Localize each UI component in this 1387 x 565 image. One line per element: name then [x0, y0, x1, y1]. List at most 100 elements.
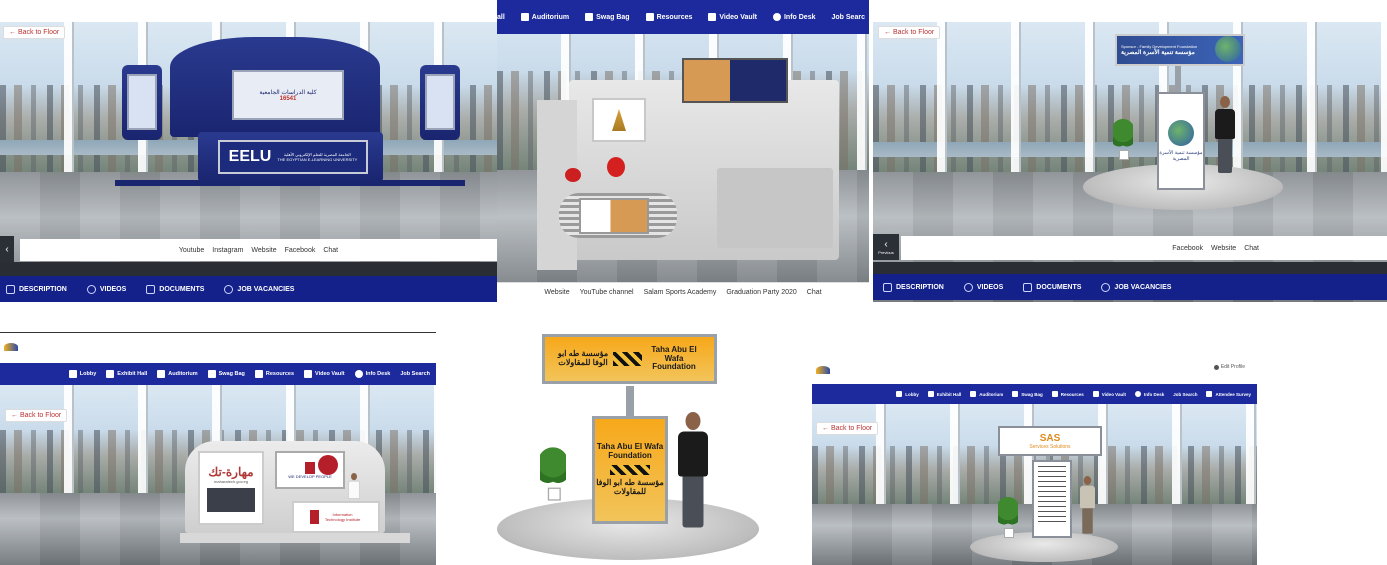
nav-label: Job Search	[1173, 391, 1198, 397]
edit-icon	[1206, 391, 1213, 397]
roll-up-banner: مؤسسة تنمية الأسرة المصرية	[1157, 92, 1205, 190]
nav-label: Auditorium	[531, 13, 570, 21]
tab-description[interactable]: DESCRIPTION	[883, 282, 944, 292]
nav-item-resources[interactable]: Resources	[645, 13, 692, 21]
nav-label: Job Search	[400, 371, 430, 377]
iti-logo-icon	[305, 461, 315, 474]
tab-label: DESCRIPTION	[19, 285, 67, 293]
bag-icon	[1012, 391, 1019, 397]
nav-item-job-search[interactable]: Job Searc	[832, 14, 865, 21]
nav-label: Resources	[265, 371, 295, 377]
nav-item-lobby[interactable]: Lobby	[896, 391, 919, 397]
booth-links-bar: Website YouTube channel Salam Sports Aca…	[497, 282, 869, 302]
nav-item-exhibit-hall[interactable]: Exhibit Hall	[106, 370, 147, 378]
tab-documents[interactable]: DOCUMENTS	[1023, 282, 1081, 292]
nav-label: Info Desk	[1143, 391, 1165, 397]
back-to-floor-button[interactable]: ← Back to Floor	[878, 26, 941, 39]
booth-links-bar: Facebook Website Chat	[901, 236, 1387, 260]
nav-item-job-search[interactable]: Job Search	[1173, 392, 1197, 397]
info-icon	[772, 13, 781, 21]
tab-label: JOB VACANCIES	[237, 285, 295, 293]
sas-brand: SAS	[1039, 432, 1061, 444]
user-icon	[1213, 364, 1219, 370]
nav-label: Job Searc	[831, 13, 865, 21]
back-to-floor-button[interactable]: ← Back to Floor	[816, 422, 879, 435]
link-salam-sports-academy[interactable]: Salam Sports Academy	[644, 289, 717, 296]
nav-item-auditorium[interactable]: Auditorium	[157, 370, 198, 378]
booth-screenshot-family-foundation: ← Back to Floor Sponsor - Family Develop…	[873, 22, 1387, 302]
link-graduation-party[interactable]: Graduation Party 2020	[726, 289, 796, 296]
link-chat[interactable]: Chat	[1244, 245, 1259, 252]
stand-english: Taha Abu El Wafa Foundation	[596, 442, 664, 461]
nav-item-swag-bag[interactable]: Swag Bag	[1012, 391, 1043, 397]
nav-item-resources[interactable]: Resources	[254, 370, 295, 378]
nav-item-swag-bag[interactable]: Swag Bag	[585, 13, 630, 21]
link-website[interactable]: Website	[544, 289, 569, 296]
top-sign: مؤسسة طه ابو الوفا للمقاولات Taha Abu El…	[542, 334, 717, 384]
tab-videos[interactable]: VIDEOS	[86, 284, 126, 294]
sign-pole	[626, 386, 634, 418]
edit-profile-link[interactable]: Edit Profile	[1213, 364, 1245, 370]
link-facebook[interactable]: Facebook	[1172, 245, 1203, 252]
nav-item-auditorium[interactable]: Auditorium	[970, 391, 1003, 397]
nav-item-video-vault[interactable]: Video Vault	[708, 13, 757, 21]
nav-label: Lobby	[905, 391, 919, 397]
link-website[interactable]: Website	[1211, 245, 1236, 252]
folder-icon	[254, 370, 263, 378]
iti-counter-logo-icon	[309, 510, 319, 524]
roll-up-banner	[1032, 460, 1072, 538]
nav-item-attendee-survey[interactable]: Attendee Survey	[1206, 391, 1251, 397]
warning-stripe-icon	[613, 352, 642, 366]
link-facebook[interactable]: Facebook	[285, 247, 316, 254]
nav-label: Video Vault	[315, 371, 345, 377]
previous-button[interactable]: ‹ Previous	[873, 234, 899, 260]
video-icon	[304, 370, 313, 378]
link-chat[interactable]: Chat	[323, 247, 338, 254]
video-icon	[708, 13, 717, 21]
back-to-floor-button[interactable]: ← Back to Floor	[5, 409, 68, 422]
side-counter	[717, 168, 833, 248]
nav-item-hall[interactable]: all	[497, 14, 505, 21]
link-instagram[interactable]: Instagram	[212, 247, 243, 254]
sas-company: Services Solutions	[1029, 443, 1071, 450]
nav-item-job-search[interactable]: Job Search	[400, 371, 430, 377]
tab-videos[interactable]: VIDEOS	[963, 282, 1004, 292]
nav-item-resources[interactable]: Resources	[1051, 391, 1084, 397]
dark-strip	[873, 262, 1387, 274]
building-icon	[927, 391, 934, 397]
tab-job-vacancies[interactable]: JOB VACANCIES	[224, 284, 295, 294]
tab-label: VIDEOS	[976, 283, 1004, 291]
nav-item-info-desk[interactable]: Info Desk	[772, 13, 816, 21]
booth-avatar-person	[348, 473, 360, 499]
nav-item-info-desk[interactable]: Info Desk	[354, 370, 390, 378]
link-chat[interactable]: Chat	[807, 289, 822, 296]
potted-plant	[1113, 118, 1133, 160]
nav-item-auditorium[interactable]: Auditorium	[520, 13, 570, 21]
potted-plant	[540, 446, 566, 501]
booth-screenshot-maharatech: Lobby Exhibit Hall Auditorium Swag Bag R…	[0, 332, 436, 565]
building-icon	[883, 282, 892, 292]
folder-icon	[645, 13, 654, 21]
event-logo-icon	[816, 366, 830, 374]
nav-item-lobby[interactable]: Lobby	[68, 370, 96, 378]
tab-label: DESCRIPTION	[896, 283, 944, 291]
nav-item-exhibit-hall[interactable]: Exhibit Hall	[927, 391, 961, 397]
nav-item-swag-bag[interactable]: Swag Bag	[207, 370, 245, 378]
counter-sign: EELU الجامعة المصرية للتعلم الإلكتروني ا…	[218, 140, 368, 174]
nav-item-video-vault[interactable]: Video Vault	[1092, 391, 1126, 397]
previous-button[interactable]: ‹	[0, 236, 14, 262]
link-website[interactable]: Website	[251, 247, 276, 254]
building-icon	[6, 284, 15, 294]
nav-item-info-desk[interactable]: Info Desk	[1134, 391, 1165, 397]
tab-label: JOB VACANCIES	[1114, 283, 1172, 291]
iti-counter: Information Technology Institute	[292, 501, 380, 533]
tab-description[interactable]: DESCRIPTION	[6, 284, 67, 294]
side-screen-left	[127, 74, 157, 130]
tab-job-vacancies[interactable]: JOB VACANCIES	[1101, 282, 1172, 292]
back-to-floor-button[interactable]: ← Back to Floor	[3, 26, 66, 39]
tab-documents[interactable]: DOCUMENTS	[146, 284, 204, 294]
nav-item-video-vault[interactable]: Video Vault	[304, 370, 345, 378]
link-youtube-channel[interactable]: YouTube channel	[580, 289, 634, 296]
booth-avatar-person	[1080, 476, 1095, 534]
link-youtube[interactable]: Youtube	[179, 247, 204, 254]
